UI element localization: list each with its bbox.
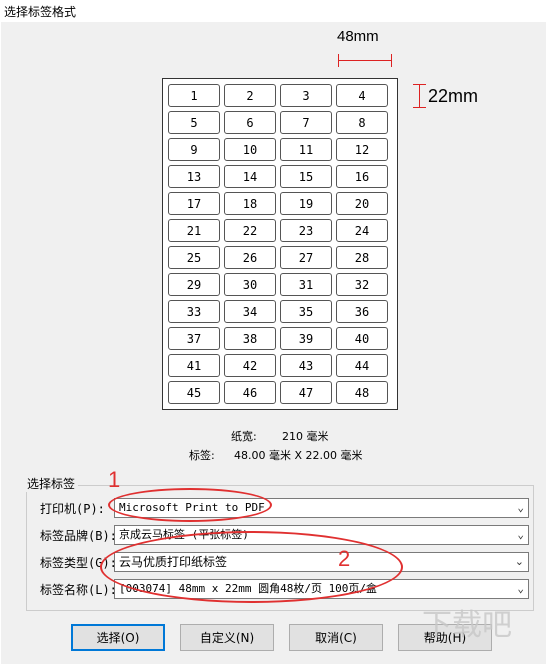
label-cell[interactable]: 43 xyxy=(280,354,332,377)
label-cell[interactable]: 29 xyxy=(168,273,220,296)
label-cell[interactable]: 40 xyxy=(336,327,388,350)
cancel-button[interactable]: 取消(C) xyxy=(289,624,383,651)
height-dimension-line xyxy=(419,84,420,108)
label-cell[interactable]: 16 xyxy=(336,165,388,188)
label-cell[interactable]: 2 xyxy=(224,84,276,107)
name-label: 标签名称(L): xyxy=(40,583,117,597)
label-cell[interactable]: 46 xyxy=(224,381,276,404)
chevron-down-icon: ⌄ xyxy=(517,582,524,595)
label-cell[interactable]: 4 xyxy=(336,84,388,107)
label-cell[interactable]: 45 xyxy=(168,381,220,404)
label-cell[interactable]: 22 xyxy=(224,219,276,242)
label-cell[interactable]: 41 xyxy=(168,354,220,377)
label-cell[interactable]: 32 xyxy=(336,273,388,296)
label-cell[interactable]: 48 xyxy=(336,381,388,404)
label-size-value: 48.00 毫米 X 22.00 毫米 xyxy=(234,449,363,462)
chevron-down-icon: ⌄ xyxy=(514,555,524,568)
annotation-marker-2: 2 xyxy=(338,546,351,571)
label-height-annotation: 22mm xyxy=(428,86,479,106)
label-cell[interactable]: 25 xyxy=(168,246,220,269)
label-cell[interactable]: 33 xyxy=(168,300,220,323)
label-cell[interactable]: 28 xyxy=(336,246,388,269)
annotation-marker-1: 1 xyxy=(108,467,121,492)
window-title: 选择标签格式 xyxy=(4,5,77,19)
label-cell[interactable]: 18 xyxy=(224,192,276,215)
label-cell[interactable]: 39 xyxy=(280,327,332,350)
label-cell[interactable]: 12 xyxy=(336,138,388,161)
printer-label: 打印机(P): xyxy=(40,502,105,516)
height-dimension-tick-bottom xyxy=(413,107,426,108)
label-size-label: 标签: xyxy=(189,449,215,462)
paper-width-value: 210 毫米 xyxy=(282,430,329,443)
title-bar: 选择标签格式 xyxy=(0,0,547,22)
paper-width-label: 纸宽: xyxy=(231,430,257,443)
label-cell[interactable]: 9 xyxy=(168,138,220,161)
label-cell[interactable]: 11 xyxy=(280,138,332,161)
label-cell[interactable]: 23 xyxy=(280,219,332,242)
width-dimension-tick-left xyxy=(338,54,339,67)
label-cell[interactable]: 34 xyxy=(224,300,276,323)
label-cell[interactable]: 21 xyxy=(168,219,220,242)
brand-label: 标签品牌(B): xyxy=(40,529,117,543)
watermark-logo: 下载吧 xyxy=(422,608,512,643)
label-cell[interactable]: 37 xyxy=(168,327,220,350)
label-cell[interactable]: 13 xyxy=(168,165,220,188)
label-cell[interactable]: 26 xyxy=(224,246,276,269)
label-cell[interactable]: 14 xyxy=(224,165,276,188)
annotation-ellipse-2 xyxy=(100,531,403,603)
label-cell[interactable]: 19 xyxy=(280,192,332,215)
label-cell[interactable]: 31 xyxy=(280,273,332,296)
label-cell[interactable]: 38 xyxy=(224,327,276,350)
label-cell[interactable]: 24 xyxy=(336,219,388,242)
label-cell[interactable]: 6 xyxy=(224,111,276,134)
label-cell[interactable]: 7 xyxy=(280,111,332,134)
label-cell[interactable]: 36 xyxy=(336,300,388,323)
label-cell[interactable]: 5 xyxy=(168,111,220,134)
label-cell[interactable]: 20 xyxy=(336,192,388,215)
label-cell[interactable]: 1 xyxy=(168,84,220,107)
select-button[interactable]: 选择(O) xyxy=(71,624,165,651)
chevron-down-icon: ⌄ xyxy=(517,501,524,514)
height-dimension-tick-top xyxy=(413,84,426,85)
label-sheet-preview: 1 2 3 4 5 6 7 8 9 10 11 12 13 14 15 16 17 18 19 20 21 22 23 24 2… xyxy=(162,78,398,410)
label-cell[interactable]: 30 xyxy=(224,273,276,296)
label-cell[interactable]: 17 xyxy=(168,192,220,215)
label-cell[interactable]: 3 xyxy=(280,84,332,107)
label-cell[interactable]: 10 xyxy=(224,138,276,161)
label-cell[interactable]: 42 xyxy=(224,354,276,377)
label-cell[interactable]: 35 xyxy=(280,300,332,323)
label-width-annotation: 48mm xyxy=(337,28,379,45)
custom-button[interactable]: 自定义(N) xyxy=(180,624,274,651)
groupbox-title: 选择标签 xyxy=(24,475,79,492)
width-dimension-line xyxy=(338,60,392,61)
width-dimension-tick-right xyxy=(391,54,392,67)
label-cell[interactable]: 47 xyxy=(280,381,332,404)
label-cell[interactable]: 8 xyxy=(336,111,388,134)
chevron-down-icon: ⌄ xyxy=(517,528,524,541)
label-cell[interactable]: 15 xyxy=(280,165,332,188)
label-cell[interactable]: 27 xyxy=(280,246,332,269)
label-cell[interactable]: 44 xyxy=(336,354,388,377)
annotation-ellipse-1 xyxy=(108,488,272,522)
